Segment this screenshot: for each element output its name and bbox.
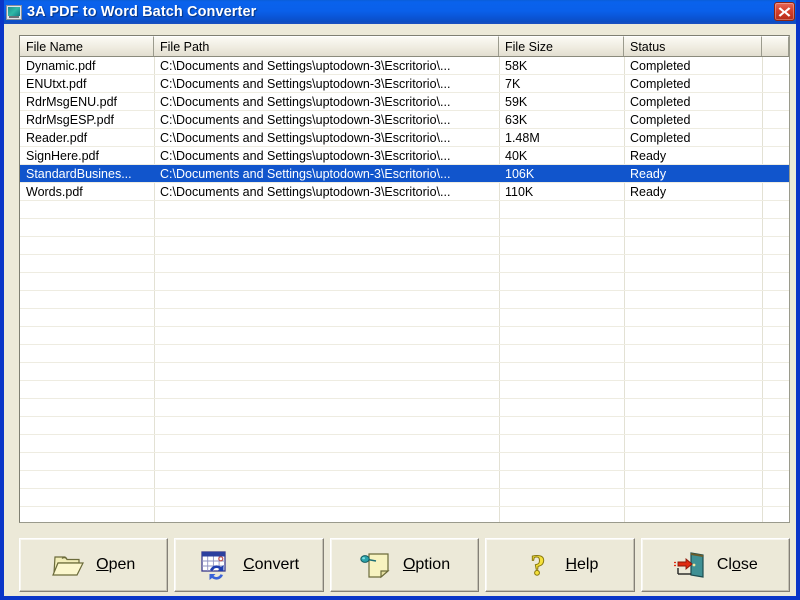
cell-status: Completed [630, 94, 691, 109]
help-button[interactable]: ? Help [485, 538, 635, 592]
cell-path: C:\Documents and Settings\uptodown-3\Esc… [160, 76, 451, 91]
cell-name: Reader.pdf [26, 130, 88, 145]
cell-size: 59K [505, 94, 528, 109]
column-header-file-size[interactable]: File Size [499, 36, 624, 56]
file-list-header: File Name File Path File Size Status [20, 36, 789, 57]
close-button-label: Close [716, 556, 758, 573]
table-row[interactable]: Dynamic.pdf C:\Documents and Settings\upt… [20, 57, 789, 75]
empty-row [20, 327, 789, 345]
cell-size: 40K [505, 148, 528, 163]
empty-row [20, 435, 789, 453]
empty-row [20, 345, 789, 363]
column-header-status[interactable]: Status [624, 36, 762, 56]
convert-button[interactable]: Convert [174, 538, 324, 592]
file-list-rows: Dynamic.pdf C:\Documents and Settings\upt… [20, 57, 789, 201]
convert-icon [199, 548, 233, 582]
cell-extra [762, 147, 789, 164]
cell-size: 7K [505, 76, 521, 91]
cell-name: ENUtxt.pdf [26, 76, 87, 91]
cell-path: C:\Documents and Settings\uptodown-3\Esc… [160, 130, 451, 145]
cell-name: RdrMsgESP.pdf [26, 112, 115, 127]
application-window: 3A PDF to Word Batch Converter File Name… [0, 0, 800, 600]
file-list-empty-rows [20, 201, 789, 522]
column-header-file-path[interactable]: File Path [154, 36, 499, 56]
open-button-label: Open [96, 556, 136, 573]
cell-size: 1.48M [505, 130, 540, 145]
cell-status: Completed [630, 58, 691, 73]
cell-extra [762, 111, 789, 128]
column-header-file-name[interactable]: File Name [20, 36, 154, 56]
cell-status: Completed [630, 112, 691, 127]
empty-row [20, 273, 789, 291]
cell-status: Completed [630, 76, 691, 91]
pushpin-note-icon [359, 548, 393, 582]
cell-extra [762, 93, 789, 110]
pdf-converter-icon [6, 4, 22, 20]
cell-size: 58K [505, 58, 528, 73]
empty-row [20, 489, 789, 507]
cell-path: C:\Documents and Settings\uptodown-3\Esc… [160, 94, 451, 109]
empty-row [20, 453, 789, 471]
empty-row [20, 237, 789, 255]
file-list[interactable]: File Name File Path File Size Status Dyn… [19, 35, 790, 523]
open-folder-icon [52, 548, 86, 582]
convert-button-label: Convert [243, 556, 300, 573]
empty-row [20, 291, 789, 309]
table-row[interactable]: Reader.pdf C:\Documents and Settings\upto… [20, 129, 789, 147]
cell-extra [762, 57, 789, 74]
table-row[interactable]: ENUtxt.pdf C:\Documents and Settings\upto… [20, 75, 789, 93]
table-row[interactable]: RdrMsgENU.pdf C:\Documents and Settings\u… [20, 93, 789, 111]
empty-row [20, 309, 789, 327]
cell-status: Ready [630, 184, 667, 199]
cell-path: C:\Documents and Settings\uptodown-3\Esc… [160, 112, 451, 127]
cell-status: Ready [630, 166, 667, 181]
cell-extra [762, 129, 789, 146]
cell-path: C:\Documents and Settings\uptodown-3\Esc… [160, 184, 451, 199]
cell-size: 106K [505, 166, 535, 181]
file-list-body: Dynamic.pdf C:\Documents and Settings\upt… [20, 57, 789, 522]
table-row[interactable]: SignHere.pdf C:\Documents and Settings\up… [20, 147, 789, 165]
option-button-label: Option [402, 556, 451, 573]
empty-row [20, 201, 789, 219]
title-bar: 3A PDF to Word Batch Converter [4, 0, 796, 24]
empty-row [20, 507, 789, 522]
table-row[interactable]: RdrMsgESP.pdf C:\Documents and Settings\u… [20, 111, 789, 129]
help-button-label: Help [565, 556, 599, 573]
table-row[interactable]: Words.pdf C:\Documents and Settings\uptod… [20, 183, 789, 201]
svg-text:?: ? [531, 549, 546, 581]
cell-path: C:\Documents and Settings\uptodown-3\Esc… [160, 166, 451, 181]
empty-row [20, 471, 789, 489]
cell-size: 110K [505, 184, 534, 199]
cell-extra [762, 183, 789, 200]
cell-path: C:\Documents and Settings\uptodown-3\Esc… [160, 148, 451, 163]
cell-name: Dynamic.pdf [26, 58, 96, 73]
cell-status: Completed [630, 130, 691, 145]
empty-row [20, 219, 789, 237]
cell-status: Ready [630, 148, 667, 163]
cell-path: C:\Documents and Settings\uptodown-3\Esc… [160, 58, 451, 73]
action-button-bar: Open Convert Option ? Help Close [19, 538, 791, 592]
close-icon[interactable] [774, 2, 795, 21]
cell-name: SignHere.pdf [26, 148, 99, 163]
empty-row [20, 363, 789, 381]
question-mark-icon: ? [521, 548, 555, 582]
cell-name: Words.pdf [26, 184, 83, 199]
option-button[interactable]: Option [329, 538, 480, 592]
column-header-extra[interactable] [762, 36, 789, 56]
empty-row [20, 417, 789, 435]
open-button[interactable]: Open [19, 538, 169, 592]
empty-row [20, 399, 789, 417]
close-button[interactable]: Close [640, 538, 791, 592]
window-title: 3A PDF to Word Batch Converter [27, 4, 257, 20]
empty-row [20, 381, 789, 399]
cell-extra [762, 75, 789, 92]
empty-row [20, 255, 789, 273]
exit-door-icon [673, 548, 707, 582]
cell-size: 63K [505, 112, 528, 127]
cell-name: RdrMsgENU.pdf [26, 94, 117, 109]
cell-name: StandardBusines... [26, 166, 132, 181]
table-row[interactable]: StandardBusines... C:\Documents and Setti… [20, 165, 789, 183]
cell-extra [762, 165, 789, 182]
